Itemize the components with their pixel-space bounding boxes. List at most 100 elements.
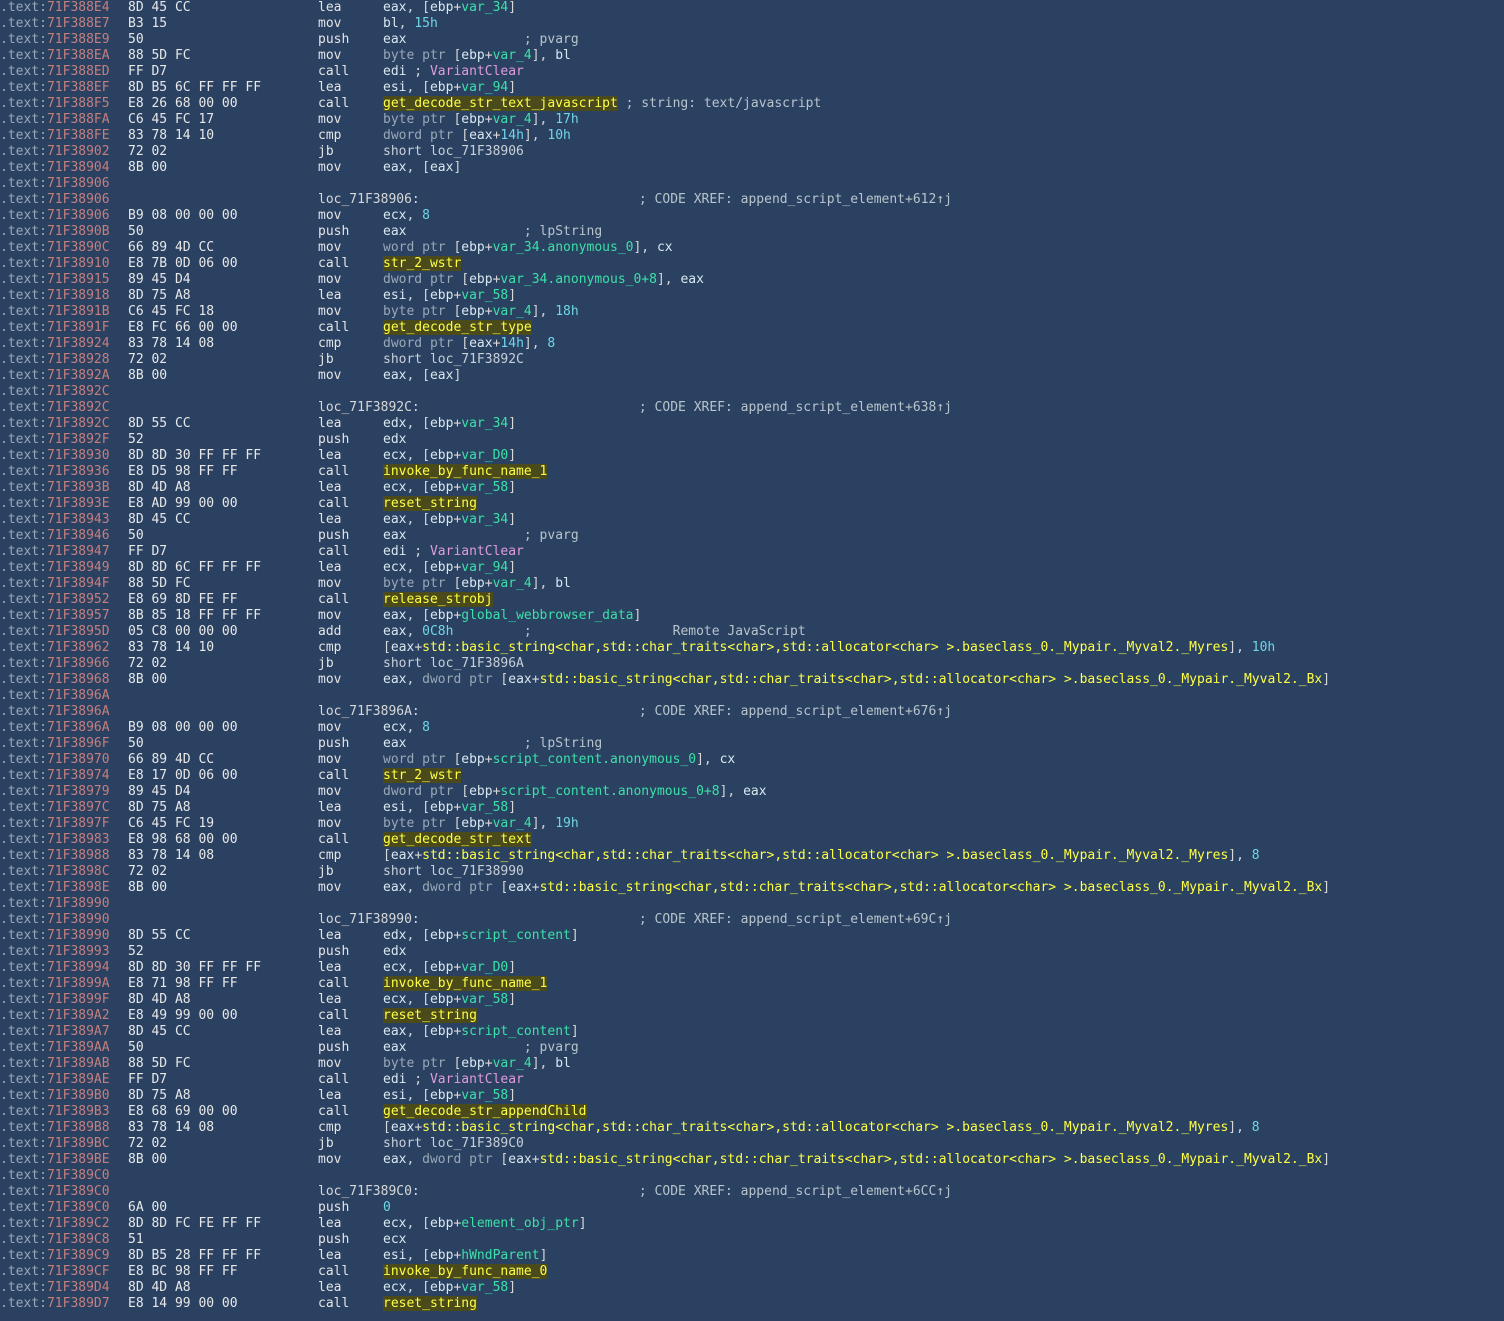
address-cell[interactable]: .text:71F3899F (0, 992, 128, 1008)
disasm-line[interactable]: .text:71F3897C8D 75 A8leaesi, [ebp+var_5… (0, 800, 1504, 816)
code-label[interactable]: loc_71F38906: (318, 192, 420, 207)
mnemonic[interactable]: lea (318, 288, 383, 304)
operand-var[interactable]: var_34 (461, 0, 508, 15)
mnemonic[interactable]: cmp (318, 640, 383, 656)
operand-fn[interactable]: get_decode_str_text_javascript (383, 96, 618, 111)
disasm-line[interactable]: .text:71F3893EE8 AD 99 00 00callreset_st… (0, 496, 1504, 512)
address-cell[interactable]: .text:71F388ED (0, 64, 128, 80)
disasm-line[interactable]: .text:71F3891FE8 FC 66 00 00callget_deco… (0, 320, 1504, 336)
mnemonic[interactable]: lea (318, 560, 383, 576)
mnemonic[interactable]: call (318, 64, 383, 80)
disasm-line[interactable]: .text:71F38952E8 69 8D FE FFcallrelease_… (0, 592, 1504, 608)
operand-var[interactable]: var_34 (461, 512, 508, 527)
address-cell[interactable]: .text:71F3891B (0, 304, 128, 320)
mnemonic[interactable]: call (318, 496, 383, 512)
operand-var[interactable]: script_content (461, 928, 571, 943)
operand-var[interactable]: var_58 (461, 992, 508, 1007)
address-cell[interactable]: .text:71F389B3 (0, 1104, 128, 1120)
address-cell[interactable]: .text:71F3895D (0, 624, 128, 640)
disasm-line[interactable]: .text:71F3899F8D 4D A8leaecx, [ebp+var_5… (0, 992, 1504, 1008)
disasm-line[interactable]: .text:71F3898E8B 00moveax, dword ptr [ea… (0, 880, 1504, 896)
disasm-line[interactable]: .text:71F389AA50pusheax ; pvarg (0, 1040, 1504, 1056)
address-cell[interactable]: .text:71F3896A (0, 704, 128, 720)
operand-fn[interactable]: invoke_by_func_name_1 (383, 976, 547, 991)
disasm-line[interactable]: .text:71F388E7B3 15movbl, 15h (0, 16, 1504, 32)
address-cell[interactable]: .text:71F389A7 (0, 1024, 128, 1040)
operand-var[interactable]: var_34.anonymous_0+8 (500, 272, 657, 287)
mnemonic[interactable]: lea (318, 0, 383, 16)
address-cell[interactable]: .text:71F38930 (0, 448, 128, 464)
address-cell[interactable]: .text:71F38947 (0, 544, 128, 560)
mnemonic[interactable]: push (318, 224, 383, 240)
disasm-line[interactable]: .text:71F389BC72 02jbshort loc_71F389C0 (0, 1136, 1504, 1152)
address-cell[interactable]: .text:71F389D4 (0, 1280, 128, 1296)
mnemonic[interactable]: lea (318, 1088, 383, 1104)
mnemonic[interactable]: lea (318, 960, 383, 976)
mnemonic[interactable]: push (318, 1200, 383, 1216)
address-cell[interactable]: .text:71F3890B (0, 224, 128, 240)
operand-var[interactable]: script_content.anonymous_0+8 (500, 784, 719, 799)
mnemonic[interactable]: mov (318, 672, 383, 688)
operand-var[interactable]: var_58 (461, 480, 508, 495)
address-cell[interactable]: .text:71F3892C (0, 416, 128, 432)
disasm-line[interactable]: .text:71F3899352pushedx (0, 944, 1504, 960)
address-cell[interactable]: .text:71F389B0 (0, 1088, 128, 1104)
disasm-line[interactable]: .text:71F389BE8B 00moveax, dword ptr [ea… (0, 1152, 1504, 1168)
disasm-line[interactable]: .text:71F389C0 (0, 1168, 1504, 1184)
disasm-line[interactable]: .text:71F3890C66 89 4D CCmovword ptr [eb… (0, 240, 1504, 256)
mnemonic[interactable]: lea (318, 1280, 383, 1296)
address-cell[interactable]: .text:71F38904 (0, 160, 128, 176)
operand-fn[interactable]: str_2_wstr (383, 768, 461, 783)
address-cell[interactable]: .text:71F3899A (0, 976, 128, 992)
address-cell[interactable]: .text:71F3898E (0, 880, 128, 896)
mnemonic[interactable]: push (318, 736, 383, 752)
mnemonic[interactable]: push (318, 528, 383, 544)
disasm-line[interactable]: .text:71F389B883 78 14 08cmp[eax+std::ba… (0, 1120, 1504, 1136)
address-cell[interactable]: .text:71F388FA (0, 112, 128, 128)
operand-api[interactable]: VariantClear (430, 1072, 524, 1087)
address-cell[interactable]: .text:71F3892C (0, 384, 128, 400)
mnemonic[interactable]: mov (318, 1056, 383, 1072)
address-cell[interactable]: .text:71F38979 (0, 784, 128, 800)
disasm-line[interactable]: .text:71F389D7E8 14 99 00 00callreset_st… (0, 1296, 1504, 1312)
address-cell[interactable]: .text:71F38990 (0, 912, 128, 928)
address-cell[interactable]: .text:71F38906 (0, 192, 128, 208)
mnemonic[interactable]: call (318, 976, 383, 992)
disasm-line[interactable]: .text:71F3891589 45 D4movdword ptr [ebp+… (0, 272, 1504, 288)
operand-fn[interactable]: get_decode_str_type (383, 320, 532, 335)
address-cell[interactable]: .text:71F38936 (0, 464, 128, 480)
mnemonic[interactable]: call (318, 1264, 383, 1280)
address-cell[interactable]: .text:71F38993 (0, 944, 128, 960)
operand-var[interactable]: var_4 (493, 1056, 532, 1071)
address-cell[interactable]: .text:71F3897C (0, 800, 128, 816)
mnemonic[interactable]: mov (318, 160, 383, 176)
operand-locref[interactable]: short loc_71F389C0 (383, 1136, 524, 1151)
address-cell[interactable]: .text:71F388E7 (0, 16, 128, 32)
address-cell[interactable]: .text:71F388EF (0, 80, 128, 96)
disasm-line[interactable]: .text:71F3896AB9 08 00 00 00movecx, 8 (0, 720, 1504, 736)
address-cell[interactable]: .text:71F3892C (0, 400, 128, 416)
disasm-line[interactable]: .text:71F389C851pushecx (0, 1232, 1504, 1248)
disasm-line[interactable]: .text:71F389C0loc_71F389C0: ; CODE XREF:… (0, 1184, 1504, 1200)
address-cell[interactable]: .text:71F3891F (0, 320, 128, 336)
mnemonic[interactable]: cmp (318, 336, 383, 352)
mnemonic[interactable]: jb (318, 864, 383, 880)
disasm-line[interactable]: .text:71F389C98D B5 28 FF FF FFleaesi, [… (0, 1248, 1504, 1264)
disasm-line[interactable]: .text:71F389AB88 5D FCmovbyte ptr [ebp+v… (0, 1056, 1504, 1072)
address-cell[interactable]: .text:71F38968 (0, 672, 128, 688)
mnemonic[interactable]: push (318, 32, 383, 48)
address-cell[interactable]: .text:71F389CF (0, 1264, 128, 1280)
disasm-line[interactable]: .text:71F3894650pusheax ; pvarg (0, 528, 1504, 544)
operand-var[interactable]: var_58 (461, 1280, 508, 1295)
operand-strct[interactable]: std::basic_string<char,std::char_traits<… (422, 640, 1228, 655)
address-cell[interactable]: .text:71F389C9 (0, 1248, 128, 1264)
address-cell[interactable]: .text:71F38915 (0, 272, 128, 288)
disasm-line[interactable]: .text:71F3892Cloc_71F3892C: ; CODE XREF:… (0, 400, 1504, 416)
address-cell[interactable]: .text:71F389AB (0, 1056, 128, 1072)
operand-var[interactable]: element_obj_ptr (461, 1216, 578, 1231)
disasm-line[interactable]: .text:71F38983E8 98 68 00 00callget_deco… (0, 832, 1504, 848)
operand-var[interactable]: script_content (461, 1024, 571, 1039)
address-cell[interactable]: .text:71F38966 (0, 656, 128, 672)
disasm-line[interactable]: .text:71F3890B50pusheax ; lpString (0, 224, 1504, 240)
address-cell[interactable]: .text:71F38918 (0, 288, 128, 304)
